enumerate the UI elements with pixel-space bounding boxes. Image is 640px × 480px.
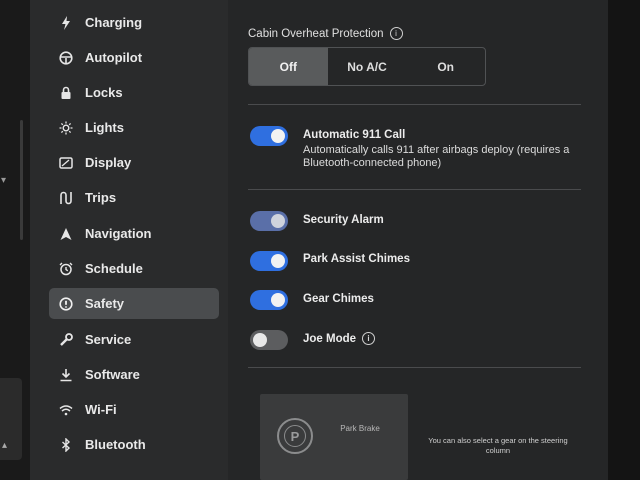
sidebar-item-label: Trips — [85, 190, 117, 205]
sidebar-item-safety[interactable]: Safety — [49, 288, 219, 319]
wrench-icon — [58, 332, 74, 348]
sidebar-item-lights[interactable]: Lights — [49, 112, 219, 143]
sidebar-item-label: Schedule — [85, 261, 143, 276]
toggle-knob — [271, 214, 285, 228]
sidebar-item-label: Wi-Fi — [85, 402, 117, 417]
park-assist-chimes-toggle[interactable] — [250, 251, 288, 271]
sidebar-item-label: Bluetooth — [85, 437, 146, 452]
wifi-icon — [58, 402, 74, 418]
sidebar-item-autopilot[interactable]: Autopilot — [49, 42, 219, 73]
auto-911-label: Automatic 911 Call — [303, 129, 406, 141]
settings-screen: Charging Autopilot Locks Lights Display — [30, 0, 608, 480]
park-brake-icon: P — [277, 418, 313, 454]
divider — [248, 104, 581, 105]
park-brake-p-glyph: P — [284, 425, 306, 447]
sun-icon — [58, 120, 74, 136]
toggle-knob — [253, 333, 267, 347]
sidebar-item-label: Software — [85, 367, 140, 382]
sidebar-item-trips[interactable]: Trips — [49, 182, 219, 213]
sidebar-item-label: Safety — [85, 296, 125, 311]
sidebar-item-schedule[interactable]: Schedule — [49, 253, 219, 284]
lock-icon — [58, 85, 74, 101]
lightning-icon — [58, 15, 74, 31]
sidebar-item-label: Autopilot — [85, 50, 143, 65]
sidebar-item-bluetooth[interactable]: Bluetooth — [49, 429, 219, 460]
gear-chimes-label: Gear Chimes — [303, 293, 374, 305]
display-icon — [58, 155, 74, 171]
navigation-arrow-icon — [58, 226, 74, 242]
park-brake-label: Park Brake — [340, 424, 380, 433]
safety-settings-panel: Cabin Overheat Protection i Off No A/C O… — [228, 0, 608, 480]
toggle-knob — [271, 129, 285, 143]
chevron-right-icon: ▾ — [1, 175, 7, 186]
cabin-overheat-selector: Off No A/C On — [248, 47, 486, 86]
divider — [248, 367, 581, 368]
screen-frame-right — [608, 0, 640, 480]
info-icon[interactable]: i — [362, 332, 376, 345]
info-icon[interactable]: i — [389, 27, 403, 40]
joe-mode-row: Joe Mode i — [303, 332, 376, 345]
park-brake-button[interactable]: P Park Brake — [260, 394, 408, 480]
cabin-option-no-ac[interactable]: No A/C — [328, 48, 407, 85]
divider — [248, 189, 581, 190]
gear-selection-note: You can also select a gear on the steeri… — [428, 436, 568, 455]
toggle-knob — [271, 293, 285, 307]
sidebar-item-label: Service — [85, 332, 132, 347]
security-alarm-label: Security Alarm — [303, 214, 384, 226]
sidebar-item-label: Charging — [85, 15, 143, 30]
bluetooth-icon — [58, 437, 74, 453]
park-assist-chimes-label: Park Assist Chimes — [303, 253, 410, 265]
sidebar-item-label: Lights — [85, 120, 124, 135]
steering-wheel-icon — [58, 50, 74, 66]
cabin-overheat-label: Cabin Overheat Protection — [248, 27, 384, 40]
cabin-option-off[interactable]: Off — [249, 48, 328, 85]
sidebar-item-label: Locks — [85, 85, 123, 100]
collapse-icon: ▴ — [2, 440, 8, 451]
gear-chimes-toggle[interactable] — [250, 290, 288, 310]
joe-mode-label: Joe Mode — [303, 332, 357, 345]
cabin-overheat-title: Cabin Overheat Protection i — [248, 27, 403, 40]
auto-911-description: Automatically calls 911 after airbags de… — [303, 144, 570, 169]
toggle-knob — [271, 254, 285, 268]
cabin-option-on[interactable]: On — [406, 48, 485, 85]
sidebar-item-software[interactable]: Software — [49, 359, 219, 390]
security-alarm-toggle[interactable] — [250, 211, 288, 231]
sidebar-item-wifi[interactable]: Wi-Fi — [49, 394, 219, 425]
joe-mode-toggle[interactable] — [250, 330, 288, 350]
sidebar-item-display[interactable]: Display — [49, 147, 219, 178]
sidebar-item-label: Display — [85, 155, 132, 170]
screen-bezel: ▾ ▴ — [0, 0, 30, 480]
auto-911-toggle[interactable] — [250, 126, 288, 146]
settings-sidebar: Charging Autopilot Locks Lights Display — [30, 0, 228, 480]
sidebar-item-locks[interactable]: Locks — [49, 77, 219, 108]
alarm-clock-icon — [58, 261, 74, 277]
scroll-indicator — [20, 120, 23, 240]
sidebar-item-charging[interactable]: Charging — [49, 7, 219, 38]
sidebar-item-navigation[interactable]: Navigation — [49, 218, 219, 249]
safety-alert-icon — [58, 296, 74, 312]
download-icon — [58, 367, 74, 383]
trips-icon — [58, 190, 74, 206]
sidebar-item-service[interactable]: Service — [49, 324, 219, 355]
sidebar-item-label: Navigation — [85, 226, 152, 241]
